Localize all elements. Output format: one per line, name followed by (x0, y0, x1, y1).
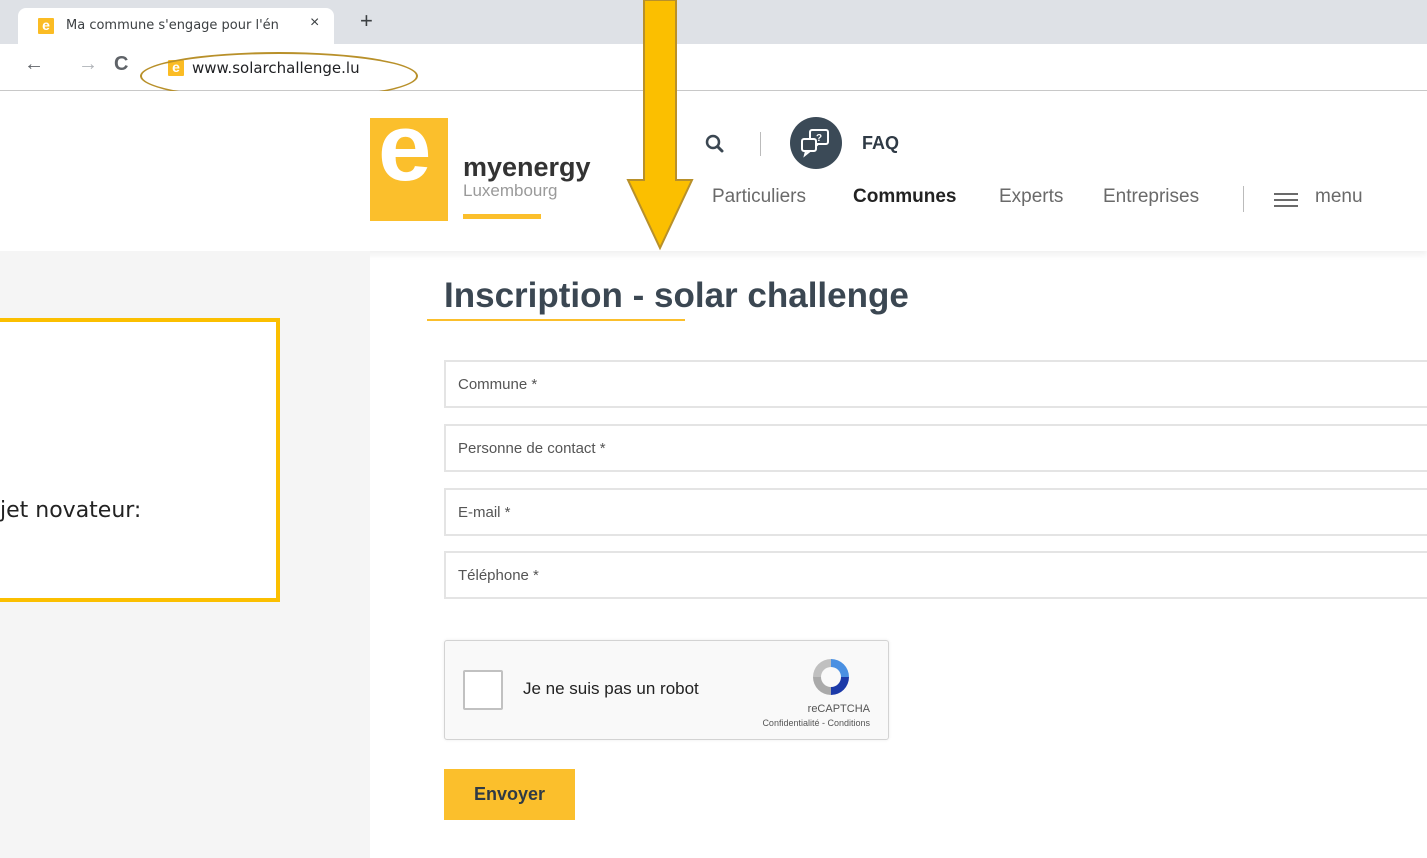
contact-person-input[interactable] (446, 426, 1427, 470)
svg-text:?: ? (816, 133, 822, 144)
contact-person-field[interactable] (444, 424, 1427, 472)
header-separator (760, 132, 761, 156)
faq-link[interactable]: FAQ (862, 133, 899, 154)
faq-icon: ? (801, 129, 829, 158)
phone-field[interactable] (444, 551, 1427, 599)
brand-name: myenergy (463, 152, 591, 182)
site-header (0, 91, 1427, 251)
recaptcha-brand: reCAPTCHA (807, 703, 870, 715)
page-title: Inscription - solar challenge (444, 276, 909, 315)
nav-item-entreprises[interactable]: Entreprises (1103, 186, 1199, 208)
email-field[interactable] (444, 488, 1427, 536)
tab-close-icon[interactable]: × (310, 14, 319, 32)
commune-input[interactable] (446, 362, 1427, 406)
title-underline (427, 319, 685, 321)
brand-subtitle: Luxembourg (463, 181, 558, 200)
forward-button[interactable]: → (78, 54, 98, 74)
annotation-callout-box (0, 318, 280, 602)
browser-tab[interactable]: e Ma commune s'engage pour l'én × (18, 8, 334, 44)
commune-field[interactable] (444, 360, 1427, 408)
logo-letter: e (378, 94, 432, 201)
recaptcha-icon (813, 659, 849, 695)
submit-button[interactable]: Envoyer (444, 769, 575, 820)
nav-item-particuliers[interactable]: Particuliers (712, 186, 806, 208)
reload-button[interactable]: C (114, 54, 128, 74)
tab-title: Ma commune s'engage pour l'én (66, 18, 279, 33)
faq-button[interactable]: ? (790, 117, 842, 169)
search-icon[interactable] (704, 133, 726, 155)
site-favicon-icon: e (38, 18, 54, 34)
email-input[interactable] (446, 490, 1427, 534)
nav-item-communes[interactable]: Communes (853, 186, 956, 208)
phone-input[interactable] (446, 553, 1427, 597)
recaptcha-widget: Je ne suis pas un robot reCAPTCHA Confid… (444, 640, 889, 740)
callout-text: jet novateur: (0, 498, 142, 523)
recaptcha-links[interactable]: Confidentialité - Conditions (733, 718, 870, 728)
nav-item-experts[interactable]: Experts (999, 186, 1063, 208)
browser-tab-bar: e Ma commune s'engage pour l'én × + (0, 0, 1427, 44)
recaptcha-label: Je ne suis pas un robot (523, 679, 699, 698)
back-button[interactable]: ← (24, 54, 44, 74)
nav-separator (1243, 186, 1244, 212)
menu-icon[interactable] (1272, 190, 1300, 210)
recaptcha-checkbox[interactable] (463, 670, 503, 710)
menu-label[interactable]: menu (1315, 186, 1363, 208)
new-tab-button[interactable]: + (360, 10, 373, 32)
brand-underline (463, 214, 541, 219)
arrow-annotation-icon (626, 0, 694, 251)
